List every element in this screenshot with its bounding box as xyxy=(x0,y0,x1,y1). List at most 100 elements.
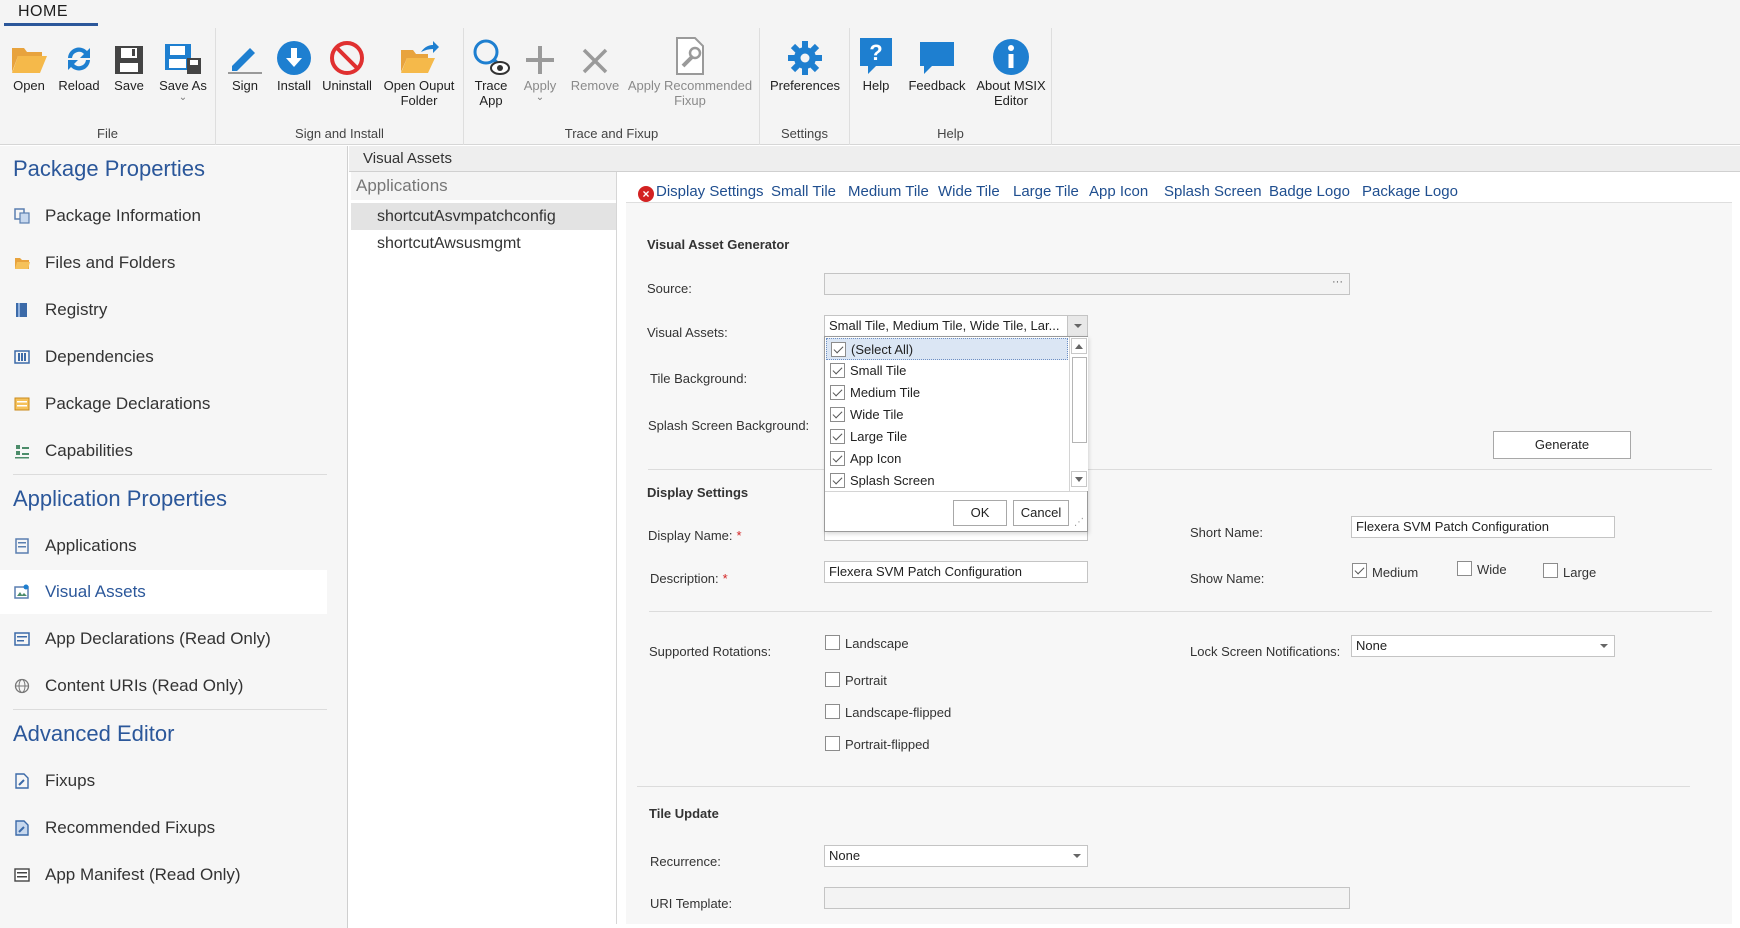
description-input[interactable]: Flexera SVM Patch Configuration xyxy=(824,561,1088,583)
apply-recommended-fixup-button[interactable]: Apply Recommended Fixup xyxy=(626,34,754,108)
uninstall-button[interactable]: Uninstall xyxy=(320,34,374,93)
option-app-icon[interactable]: App Icon xyxy=(826,448,1068,470)
install-button[interactable]: Install xyxy=(272,34,316,93)
show-name-wide-checkbox[interactable] xyxy=(1457,561,1472,576)
tab-large-tile[interactable]: Large Tile xyxy=(1013,183,1079,200)
tab-home[interactable]: HOME xyxy=(4,3,98,26)
open-button[interactable]: Open xyxy=(8,34,50,93)
ok-button[interactable]: OK xyxy=(953,500,1007,526)
feedback-button[interactable]: Feedback xyxy=(906,34,968,93)
nav-package-information[interactable]: Package Information xyxy=(0,194,327,238)
tab-medium-tile[interactable]: Medium Tile xyxy=(848,183,929,200)
section-advanced-editor: Advanced Editor xyxy=(13,721,175,746)
app-declarations-icon xyxy=(14,631,30,647)
display-settings-heading: Display Settings xyxy=(647,485,749,500)
option-select-all[interactable]: (Select All) xyxy=(826,338,1068,360)
show-name-medium-checkbox[interactable] xyxy=(1352,563,1367,578)
application-row[interactable]: shortcutAwsusmgmt xyxy=(351,230,616,257)
divider xyxy=(649,611,1712,612)
rotation-landscape-flipped-checkbox[interactable] xyxy=(825,704,840,719)
recurrence-dropdown[interactable]: None xyxy=(824,845,1088,867)
scroll-thumb[interactable] xyxy=(1072,357,1087,443)
resize-grip-icon[interactable]: ⋰ xyxy=(1074,517,1084,528)
rotation-landscape-checkbox[interactable] xyxy=(825,635,840,650)
tab-app-icon[interactable]: App Icon xyxy=(1089,183,1148,200)
nav-visual-assets[interactable]: Visual Assets xyxy=(0,570,327,614)
option-checkbox[interactable] xyxy=(830,363,845,378)
nav-files-and-folders[interactable]: Files and Folders xyxy=(0,241,327,285)
option-medium-tile[interactable]: Medium Tile xyxy=(826,382,1068,404)
group-label-file: File xyxy=(97,126,118,141)
tab-package-logo[interactable]: Package Logo xyxy=(1362,183,1458,200)
nav-recommended-fixups[interactable]: Recommended Fixups xyxy=(0,806,327,850)
visual-assets-dropdown[interactable]: Small Tile, Medium Tile, Wide Tile, Lar.… xyxy=(824,315,1088,337)
applications-icon xyxy=(14,538,30,554)
tab-wide-tile[interactable]: Wide Tile xyxy=(938,183,1000,200)
tab-small-tile[interactable]: Small Tile xyxy=(771,183,836,200)
generate-button[interactable]: Generate xyxy=(1493,431,1631,459)
option-checkbox[interactable] xyxy=(830,407,845,422)
nav-fixups[interactable]: Fixups xyxy=(0,759,327,803)
scroll-up-icon[interactable] xyxy=(1071,338,1087,354)
remove-button[interactable]: Remove xyxy=(570,34,620,93)
trace-app-button[interactable]: Trace App xyxy=(468,34,514,108)
browse-ellipsis-icon[interactable]: ··· xyxy=(1332,274,1343,292)
about-msix-editor-button[interactable]: About MSIX Editor xyxy=(974,34,1048,108)
applications-panel: Applications shortcutAsvmpatchconfig sho… xyxy=(351,172,617,924)
dropdown-option-list: (Select All) Small Tile Medium Tile Wide… xyxy=(825,337,1068,491)
chevron-down-icon: ⌄ xyxy=(178,92,188,103)
sign-button[interactable]: Sign xyxy=(224,34,266,93)
nav-applications[interactable]: Applications xyxy=(0,524,327,568)
save-as-button[interactable]: Save As ⌄ xyxy=(156,34,210,103)
show-name-large-checkbox[interactable] xyxy=(1543,563,1558,578)
main-header: Visual Assets xyxy=(349,146,1740,172)
chevron-down-icon[interactable] xyxy=(1067,316,1087,336)
tab-splash-screen[interactable]: Splash Screen xyxy=(1164,183,1262,200)
option-checkbox[interactable] xyxy=(830,473,845,488)
rotation-portrait-flipped-checkbox[interactable] xyxy=(825,736,840,751)
divider xyxy=(648,469,1712,470)
nav-package-declarations[interactable]: Package Declarations xyxy=(0,382,327,426)
tab-display-settings[interactable]: × Display Settings xyxy=(638,183,764,210)
nav-app-declarations[interactable]: App Declarations (Read Only) xyxy=(0,617,327,661)
option-large-tile[interactable]: Large Tile xyxy=(826,426,1068,448)
scroll-down-icon[interactable] xyxy=(1071,471,1087,487)
nav-app-manifest[interactable]: App Manifest (Read Only) xyxy=(0,853,327,897)
option-splash-screen[interactable]: Splash Screen xyxy=(826,470,1068,492)
nav-content-uris[interactable]: Content URIs (Read Only) xyxy=(0,664,327,708)
manifest-icon xyxy=(14,867,30,883)
registry-icon xyxy=(14,302,30,318)
source-input[interactable]: ··· xyxy=(824,273,1350,295)
preferences-button[interactable]: Preferences xyxy=(766,34,844,93)
short-name-input[interactable]: Flexera SVM Patch Configuration xyxy=(1351,516,1615,538)
nav-dependencies[interactable]: Dependencies xyxy=(0,335,327,379)
option-small-tile[interactable]: Small Tile xyxy=(826,360,1068,382)
application-row[interactable]: shortcutAsvmpatchconfig xyxy=(351,203,616,230)
option-checkbox[interactable] xyxy=(830,385,845,400)
feedback-icon xyxy=(917,34,957,76)
chevron-down-icon[interactable] xyxy=(1067,846,1087,866)
asset-tabs: × Display Settings Small Tile Medium Tile… xyxy=(618,172,1740,210)
uri-template-input[interactable] xyxy=(824,887,1350,909)
nav-capabilities[interactable]: Capabilities xyxy=(0,429,327,473)
uri-template-label: URI Template: xyxy=(650,896,733,911)
option-checkbox[interactable] xyxy=(831,342,846,357)
save-button[interactable]: Save xyxy=(108,34,150,93)
rotation-portrait-checkbox[interactable] xyxy=(825,672,840,687)
fixup-document-icon xyxy=(670,34,710,76)
dropdown-scrollbar[interactable] xyxy=(1069,337,1088,491)
chevron-down-icon[interactable] xyxy=(1594,636,1614,656)
apply-button[interactable]: Apply ⌄ xyxy=(520,34,560,103)
open-output-folder-button[interactable]: Open Ouput Folder xyxy=(380,34,458,108)
tab-badge-logo[interactable]: Badge Logo xyxy=(1269,183,1350,200)
lock-screen-notifications-dropdown[interactable]: None xyxy=(1351,635,1615,657)
visual-assets-icon xyxy=(14,584,30,600)
nav-registry[interactable]: Registry xyxy=(0,288,327,332)
option-wide-tile[interactable]: Wide Tile xyxy=(826,404,1068,426)
cancel-button[interactable]: Cancel xyxy=(1013,500,1069,526)
reload-button[interactable]: Reload xyxy=(56,34,102,93)
option-checkbox[interactable] xyxy=(830,429,845,444)
help-button[interactable]: ? Help xyxy=(856,34,896,93)
option-checkbox[interactable] xyxy=(830,451,845,466)
visual-assets-label: Visual Assets: xyxy=(647,325,728,340)
